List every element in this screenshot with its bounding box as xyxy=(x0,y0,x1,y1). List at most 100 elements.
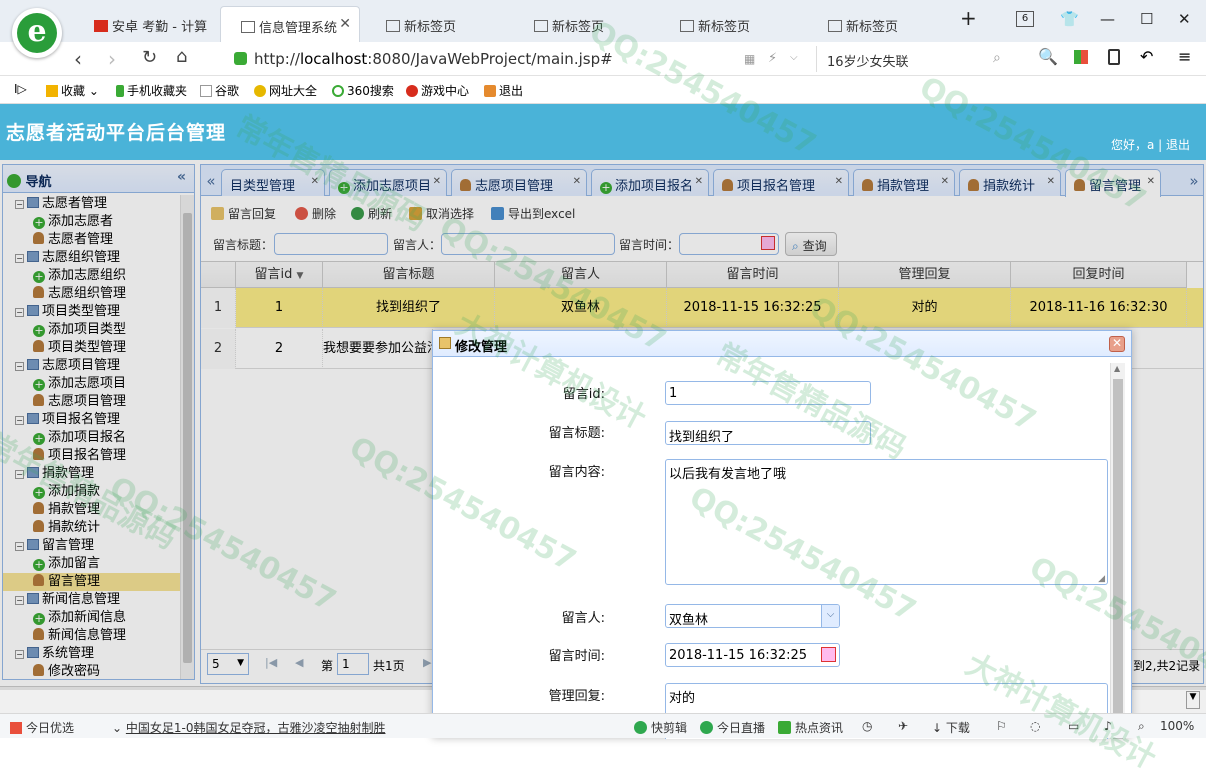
nav-group[interactable]: − 新闻信息管理 xyxy=(3,591,181,609)
grid-header-person[interactable]: 留言人 xyxy=(495,262,667,288)
unselect-button[interactable]: 取消选择 xyxy=(409,205,474,222)
nav-item[interactable]: + 添加新闻信息 xyxy=(3,609,181,627)
dialog-scrollbar[interactable]: ▲ xyxy=(1110,363,1125,739)
zoom-icon[interactable]: ⌕ xyxy=(1138,719,1145,734)
tabs-scroll-right-icon[interactable]: » xyxy=(1185,169,1203,196)
content-tab[interactable]: + 添加项目报名 ✕ xyxy=(591,169,709,196)
status-item[interactable]: 快剪辑 xyxy=(634,719,687,736)
browser-tab[interactable]: 新标签页 xyxy=(808,6,948,42)
collapse-icon[interactable]: − xyxy=(15,362,24,371)
nav-item[interactable]: 志愿组织管理 xyxy=(3,285,181,303)
browser-tab[interactable]: 新标签页 xyxy=(660,6,800,42)
page-size-select[interactable]: 5 ▼ xyxy=(207,653,249,675)
phone-icon[interactable] xyxy=(1108,49,1120,65)
nav-item[interactable]: + 添加志愿项目 xyxy=(3,375,181,393)
nav-item[interactable]: 捐款管理 xyxy=(3,501,181,519)
close-window-icon[interactable]: ✕ xyxy=(1178,10,1191,28)
back-icon[interactable]: ‹ xyxy=(74,47,82,71)
url-field[interactable]: http://localhost:8080/JavaWebProject/mai… xyxy=(228,46,812,72)
nav-group[interactable]: − 捐款管理 xyxy=(3,465,181,483)
page-number-input[interactable]: 1 xyxy=(337,653,369,675)
refresh-button[interactable]: 刷新 xyxy=(351,205,392,222)
sound-icon[interactable]: ♪ xyxy=(1104,719,1112,733)
undo-icon[interactable]: ↶ xyxy=(1140,47,1153,66)
bookmark-favorites[interactable]: 收藏 ⌄ xyxy=(46,82,99,99)
news-ticker[interactable]: ⌄ 中国女足1-0韩国女足夺冠，古雅沙凌空抽射制胜 xyxy=(112,719,385,736)
collapse-icon[interactable]: − xyxy=(15,254,24,263)
search-person-input[interactable] xyxy=(441,233,615,255)
new-tab-icon[interactable]: + xyxy=(960,6,977,30)
content-tab[interactable]: 目类型管理 ✕ xyxy=(221,169,325,196)
collapse-icon[interactable]: − xyxy=(15,542,24,551)
grid-header-title[interactable]: 留言标题 xyxy=(323,262,495,288)
zoom-level[interactable]: 100% xyxy=(1160,719,1194,733)
nav-group[interactable]: − 志愿者管理 xyxy=(3,195,181,213)
nav-scroll-thumb[interactable] xyxy=(183,213,192,663)
nav-item[interactable]: 项目类型管理 xyxy=(3,339,181,357)
bookmark-games[interactable]: 游戏中心 xyxy=(406,82,469,99)
user-greeting[interactable]: 您好，a | 退出 xyxy=(1111,136,1190,153)
table-row[interactable]: 1 1 找到组织了 双鱼林 2018-11-15 16:32:25 对的 201… xyxy=(201,288,1203,328)
apps-icon[interactable] xyxy=(1074,50,1088,64)
collapse-nav-icon[interactable]: « xyxy=(177,169,186,185)
reply-button[interactable]: 留言回复 xyxy=(211,205,276,222)
id-field[interactable]: 1 xyxy=(665,381,871,405)
nav-item[interactable]: 志愿项目管理 xyxy=(3,393,181,411)
close-tab-icon[interactable]: ✕ xyxy=(835,176,843,187)
collapse-icon[interactable]: − xyxy=(15,308,24,317)
nav-group[interactable]: − 项目报名管理 xyxy=(3,411,181,429)
search-time-input[interactable] xyxy=(679,233,779,255)
collapse-icon[interactable]: − xyxy=(15,650,24,659)
content-tab[interactable]: 项目报名管理 ✕ xyxy=(713,169,849,196)
today-picks[interactable]: 今日优选 xyxy=(10,719,74,736)
search-go-icon[interactable]: 🔍 xyxy=(1038,47,1058,66)
tab-count-badge[interactable]: 6 xyxy=(1016,11,1034,27)
nav-item[interactable]: + 添加捐款 xyxy=(3,483,181,501)
content-tab[interactable]: 志愿项目管理 ✕ xyxy=(451,169,587,196)
bookmark-exit[interactable]: 退出 xyxy=(484,82,523,99)
browser-logo[interactable]: e xyxy=(12,8,62,58)
nav-item[interactable]: 新闻信息管理 xyxy=(3,627,181,645)
grid-header-id[interactable]: 留言id ▼ xyxy=(236,262,323,288)
nav-group[interactable]: − 志愿组织管理 xyxy=(3,249,181,267)
home-icon[interactable]: ⌂ xyxy=(176,46,187,67)
grid-header-reply-time[interactable]: 回复时间 xyxy=(1011,262,1187,288)
nav-item[interactable]: 捐款统计 xyxy=(3,519,181,537)
forward-icon[interactable]: › xyxy=(108,47,116,71)
scroll-up-icon[interactable]: ▲ xyxy=(1114,364,1120,373)
delete-button[interactable]: 删除 xyxy=(295,205,336,222)
scroll-down-icon[interactable]: ▼ xyxy=(1186,691,1200,709)
content-tab[interactable]: + 添加志愿项目 ✕ xyxy=(329,169,447,196)
nav-group[interactable]: − 项目类型管理 xyxy=(3,303,181,321)
close-tab-icon[interactable]: ✕ xyxy=(1047,176,1055,187)
collapse-icon[interactable]: − xyxy=(15,596,24,605)
nav-item[interactable]: 项目报名管理 xyxy=(3,447,181,465)
first-page-icon[interactable]: |◀ xyxy=(265,656,277,669)
pin-icon[interactable]: ✈ xyxy=(898,719,908,733)
content-tab-active[interactable]: 留言管理 ✕ xyxy=(1065,169,1161,197)
qr-icon[interactable]: ▦ xyxy=(744,52,755,66)
prev-page-icon[interactable]: ◀ xyxy=(295,656,303,669)
download-button[interactable]: ↓ 下载 xyxy=(932,719,970,736)
bolt-icon[interactable]: ⚡ xyxy=(768,51,777,66)
content-tab[interactable]: 捐款统计 ✕ xyxy=(959,169,1061,196)
maximize-icon[interactable]: ☐ xyxy=(1140,10,1153,28)
browser-tab[interactable]: 新标签页 xyxy=(514,6,654,42)
bookmark-google[interactable]: 谷歌 xyxy=(200,82,239,99)
nav-group[interactable]: − 留言管理 xyxy=(3,537,181,555)
grid-header-reply[interactable]: 管理回复 xyxy=(839,262,1011,288)
close-tab-icon[interactable]: ✕ xyxy=(573,176,581,187)
browser-tab[interactable]: 新标签页 xyxy=(366,6,506,42)
next-page-icon[interactable]: ▶ xyxy=(423,656,431,669)
status-item[interactable]: 今日直播 xyxy=(700,719,765,736)
collapse-icon[interactable]: − xyxy=(15,416,24,425)
nav-item[interactable]: 修改密码 xyxy=(3,663,181,679)
close-icon[interactable]: ✕ xyxy=(1109,336,1125,352)
nav-item[interactable]: 留言管理 xyxy=(3,573,181,591)
menu-icon[interactable]: ≡ xyxy=(1178,47,1191,66)
bookmark-mobile[interactable]: 手机收藏夹 xyxy=(116,82,187,99)
browser-tab-active[interactable]: 信息管理系统 ✕ xyxy=(220,6,360,42)
grid-header-time[interactable]: 留言时间 xyxy=(667,262,839,288)
content-textarea[interactable]: 以后我有发言地了哦 ◢ xyxy=(665,459,1108,585)
search-icon[interactable]: ⌕ xyxy=(993,50,1001,66)
